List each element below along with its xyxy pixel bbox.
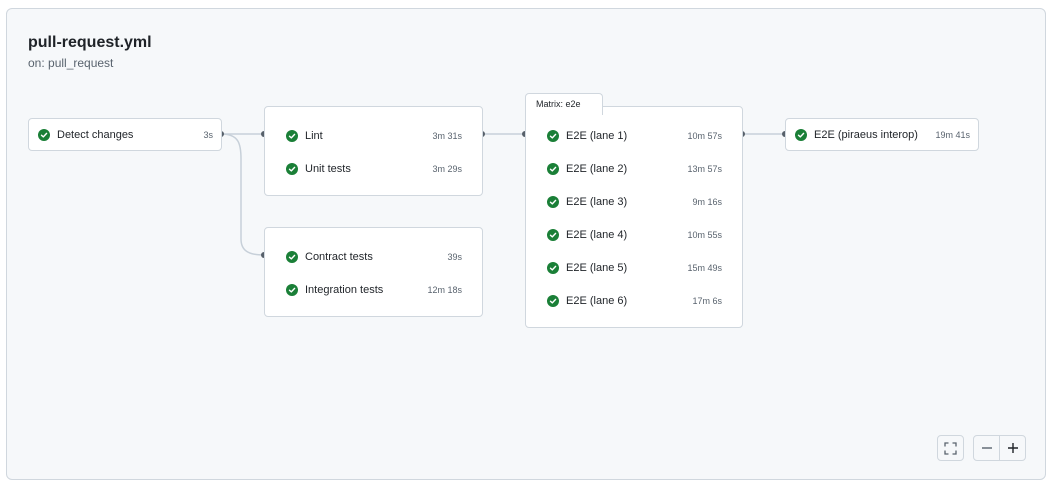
check-circle-icon [286, 162, 298, 175]
check-circle-icon [547, 294, 559, 307]
check-circle-icon [286, 129, 298, 142]
job-duration: 12m 18s [427, 284, 462, 295]
job-e2e-lane-5[interactable]: E2E (lane 5) 15m 49s [526, 251, 742, 284]
job-e2e-piraeus-interop[interactable]: E2E (piraeus interop) 19m 41s [786, 119, 978, 150]
job-integration-tests[interactable]: Integration tests 12m 18s [265, 273, 482, 306]
job-name: Lint [305, 129, 323, 142]
job-name: E2E (lane 2) [566, 162, 628, 175]
check-circle-icon [286, 283, 298, 296]
job-e2e-lane-3[interactable]: E2E (lane 3) 9m 16s [526, 185, 742, 218]
check-circle-icon [286, 250, 298, 263]
zoom-in-button[interactable] [999, 435, 1026, 461]
job-name: E2E (lane 3) [566, 195, 628, 208]
job-e2e-lane-6[interactable]: E2E (lane 6) 17m 6s [526, 284, 742, 317]
matrix-label: Matrix: e2e [525, 93, 603, 115]
job-e2e-lane-1[interactable]: E2E (lane 1) 10m 57s [526, 119, 742, 152]
job-name: Detect changes [57, 128, 134, 141]
job-name: Contract tests [305, 250, 373, 263]
job-card-matrix-e2e: E2E (lane 1) 10m 57s E2E (lane 2) 13m 57… [525, 106, 743, 328]
check-circle-icon [547, 162, 559, 175]
job-duration: 9m 16s [692, 196, 722, 207]
job-contract-tests[interactable]: Contract tests 39s [265, 240, 482, 273]
job-duration: 13m 57s [687, 163, 722, 174]
job-name: E2E (lane 4) [566, 228, 628, 241]
check-circle-icon [547, 228, 559, 241]
job-duration: 19m 41s [935, 129, 970, 140]
job-name: E2E (lane 1) [566, 129, 628, 142]
fullscreen-icon [944, 441, 957, 455]
connector-detect-contract [220, 133, 265, 256]
job-card-lint-unit: Lint 3m 31s Unit tests 3m 29s [264, 106, 483, 196]
check-circle-icon [547, 129, 559, 142]
job-duration: 3m 29s [432, 163, 462, 174]
job-duration: 3s [203, 129, 213, 140]
job-e2e-lane-2[interactable]: E2E (lane 2) 13m 57s [526, 152, 742, 185]
job-duration: 17m 6s [692, 295, 722, 306]
job-card-detect-changes: Detect changes 3s [28, 118, 222, 151]
check-circle-icon [38, 128, 50, 141]
job-lint[interactable]: Lint 3m 31s [265, 119, 482, 152]
check-circle-icon [547, 261, 559, 274]
job-duration: 39s [447, 251, 462, 262]
fullscreen-button[interactable] [937, 435, 964, 461]
job-name: E2E (lane 5) [566, 261, 628, 274]
job-unit-tests[interactable]: Unit tests 3m 29s [265, 152, 482, 185]
workflow-graph-canvas: pull-request.yml on: pull_request Detect… [6, 8, 1046, 480]
job-card-contract-integration: Contract tests 39s Integration tests 12m… [264, 227, 483, 317]
job-name: Unit tests [305, 162, 351, 175]
job-duration: 3m 31s [432, 130, 462, 141]
job-duration: 10m 57s [687, 130, 722, 141]
job-e2e-lane-4[interactable]: E2E (lane 4) 10m 55s [526, 218, 742, 251]
job-card-piraeus-interop: E2E (piraeus interop) 19m 41s [785, 118, 979, 151]
job-name: E2E (piraeus interop) [814, 128, 918, 141]
job-detect-changes[interactable]: Detect changes 3s [29, 119, 221, 150]
job-duration: 10m 55s [687, 229, 722, 240]
plus-icon [1007, 443, 1018, 453]
zoom-out-button[interactable] [973, 435, 1000, 461]
job-duration: 15m 49s [687, 262, 722, 273]
job-name: Integration tests [305, 283, 384, 296]
minus-icon [981, 447, 992, 449]
job-name: E2E (lane 6) [566, 294, 628, 307]
check-circle-icon [795, 128, 807, 141]
check-circle-icon [547, 195, 559, 208]
